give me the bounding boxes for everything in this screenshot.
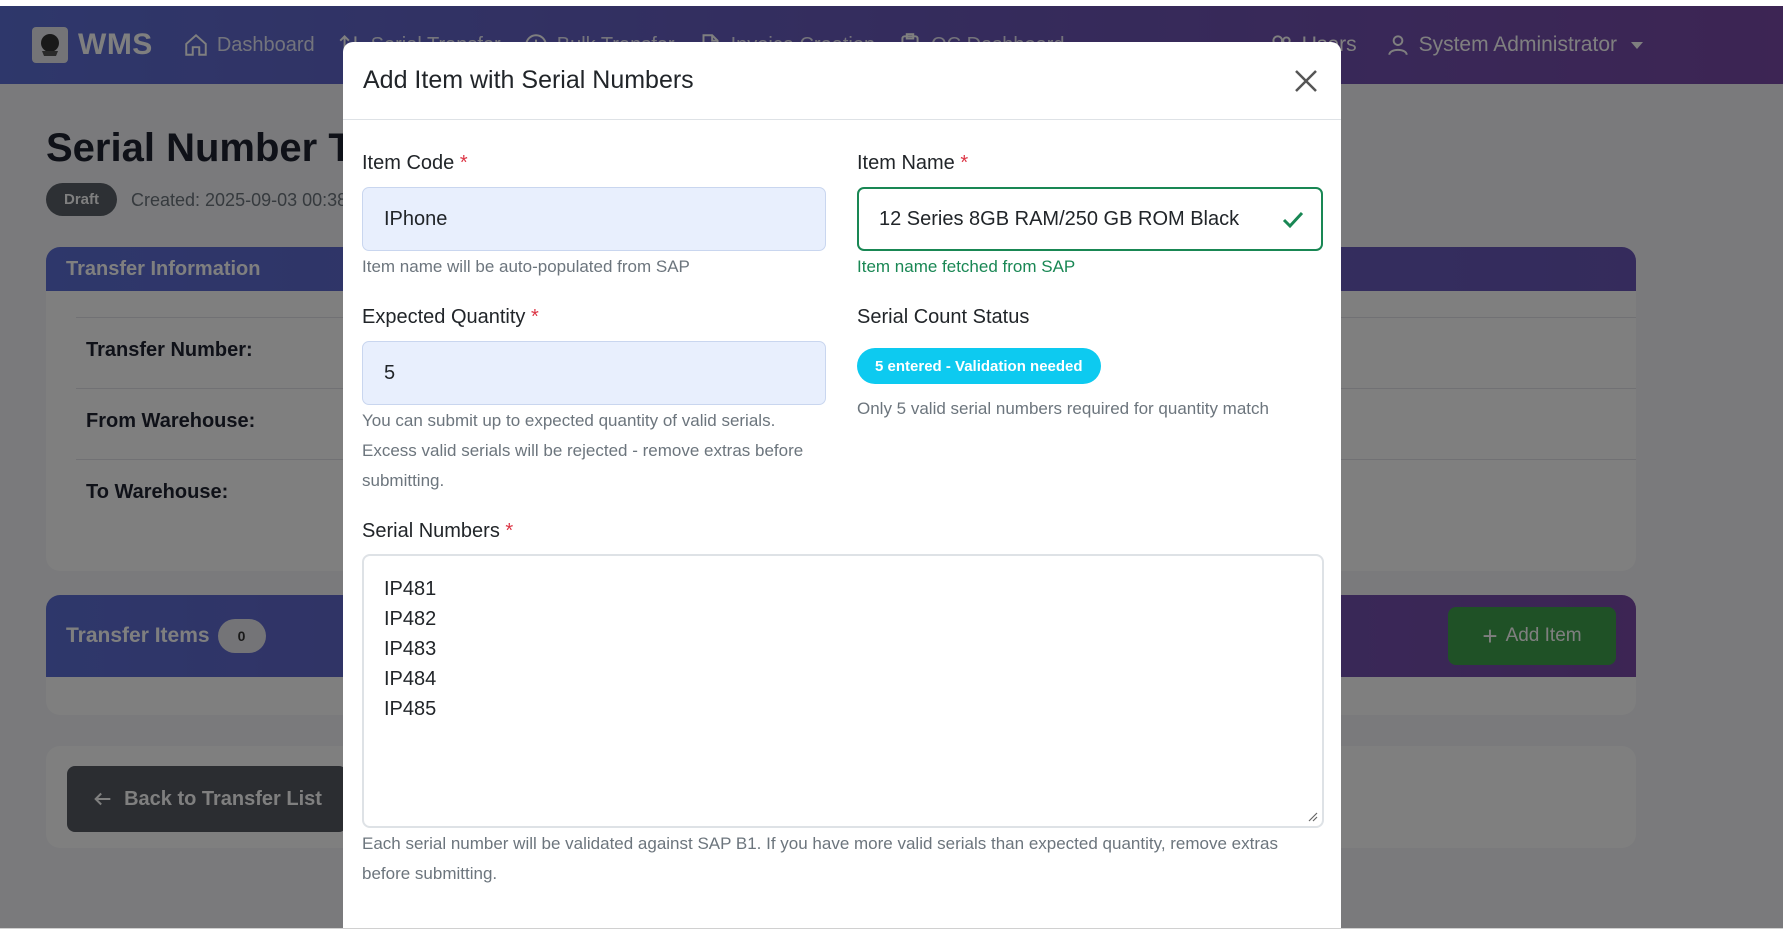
serial-numbers-textarea[interactable]: IP481 IP482 IP483 IP484 IP485 [362,554,1324,828]
check-icon [1282,211,1304,229]
item-name-feedback: Item name fetched from SAP [857,257,1076,276]
required-marker: * [459,152,468,174]
serial-number-line: IP483 [384,638,437,660]
serial-number-line: IP484 [384,668,437,690]
item-name-label-text: Item Name [857,152,955,174]
help-line: Excess valid serials will be rejected - … [362,441,804,460]
page-background: WMS Dashboard Serial Transfer Bulk Trans… [0,6,1783,928]
help-line: Each serial number will be validated aga… [362,834,1278,853]
item-code-help: Item name will be auto-populated from SA… [362,257,690,276]
required-marker: * [531,306,539,328]
expected-quantity-label-text: Expected Quantity [362,306,526,328]
expected-quantity-label: Expected Quantity * [362,306,539,329]
item-name-input[interactable]: 12 Series 8GB RAM/250 GB ROM Black [857,187,1323,251]
help-line: submitting. [362,471,445,490]
modal-title: Add Item with Serial Numbers [363,66,694,94]
modal-header: Add Item with Serial Numbers [343,42,1341,120]
expected-quantity-value: 5 [384,361,396,384]
serial-numbers-label: Serial Numbers * [362,520,513,543]
serial-count-status-label: Serial Count Status [857,306,1030,328]
item-code-label-text: Item Code [362,152,455,174]
serial-numbers-label-text: Serial Numbers [362,520,500,542]
item-code-input[interactable]: IPhone [362,187,826,251]
serial-number-line: IP481 [384,578,437,600]
help-line: before submitting. [362,864,498,883]
close-icon[interactable] [1291,66,1321,96]
item-name-label: Item Name * [857,152,968,175]
resize-handle-icon[interactable] [1306,810,1318,822]
required-marker: * [505,520,514,542]
browser-bottom-strip [0,928,1783,934]
serial-number-line: IP485 [384,698,437,720]
help-line: You can submit up to expected quantity o… [362,411,776,430]
serial-count-help: Only 5 valid serial numbers required for… [857,399,1269,418]
required-marker: * [960,152,969,174]
expected-quantity-help: You can submit up to expected quantity o… [362,406,832,496]
item-name-value: 12 Series 8GB RAM/250 GB ROM Black [879,207,1240,230]
expected-quantity-input[interactable]: 5 [362,341,826,405]
serial-number-line: IP482 [384,608,437,630]
serial-count-badge: 5 entered - Validation needed [857,348,1101,384]
serial-numbers-help: Each serial number will be validated aga… [362,829,1322,889]
item-code-value: IPhone [384,207,448,230]
add-item-modal: Add Item with Serial Numbers Item Code *… [343,42,1341,928]
item-code-label: Item Code * [362,152,468,175]
